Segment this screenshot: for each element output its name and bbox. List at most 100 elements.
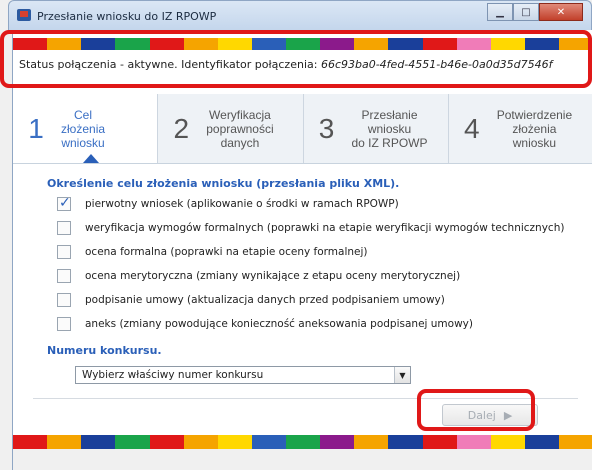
stripe-segment bbox=[217, 38, 252, 50]
stripe-segment bbox=[81, 38, 116, 50]
stripe-segment bbox=[286, 435, 321, 449]
divider bbox=[33, 398, 578, 399]
stripe-segment bbox=[422, 38, 457, 50]
checkbox[interactable] bbox=[57, 293, 71, 307]
select-value: Wybierz właściwy numer konkursu bbox=[82, 369, 264, 381]
purpose-options: pierwotny wniosek (aplikowanie o środki … bbox=[57, 192, 587, 336]
next-button-label: Dalej bbox=[467, 408, 496, 422]
step-label-line: wniosku bbox=[367, 121, 412, 136]
color-stripe-top bbox=[13, 38, 592, 50]
stripe-segment bbox=[47, 435, 82, 449]
stripe-segment bbox=[286, 38, 321, 50]
stripe-segment bbox=[388, 38, 423, 50]
step-number: 2 bbox=[173, 112, 190, 144]
stripe-segment bbox=[251, 38, 286, 50]
minimize-icon: ▁ bbox=[496, 6, 504, 18]
step-label-line: danych bbox=[220, 135, 260, 150]
step-number: 1 bbox=[28, 112, 44, 144]
minimize-button[interactable]: ▁ bbox=[487, 3, 513, 21]
close-button[interactable]: ✕ bbox=[539, 3, 583, 21]
purpose-section-title: Określenie celu złożenia wniosku (przesł… bbox=[47, 177, 400, 190]
window-controls: ▁ □ ✕ bbox=[487, 3, 583, 21]
option-label: ocena formalna (poprawki na etapie oceny… bbox=[85, 246, 368, 258]
option-annex[interactable]: aneks (zmiany powodujące konieczność ane… bbox=[57, 312, 587, 336]
next-button[interactable]: Dalej ▶ bbox=[442, 404, 538, 426]
option-label: ocena merytoryczna (zmiany wynikające z … bbox=[85, 270, 461, 282]
step-label: Weryfikacja poprawności danych bbox=[206, 108, 273, 150]
step-4[interactable]: 4 Potwierdzenie złożenia wniosku bbox=[448, 94, 592, 163]
step-3[interactable]: 3 Przesłanie wniosku do IZ RPOWP bbox=[303, 94, 449, 163]
stripe-segment bbox=[524, 435, 559, 449]
step-label: Potwierdzenie złożenia wniosku bbox=[497, 108, 572, 150]
step-label: Przesłanie wniosku do IZ RPOWP bbox=[352, 108, 428, 150]
step-label-line: Cel bbox=[74, 107, 93, 122]
option-merit-assessment[interactable]: ocena merytoryczna (zmiany wynikające z … bbox=[57, 264, 587, 288]
option-label: podpisanie umowy (aktualizacja danych pr… bbox=[85, 294, 445, 306]
option-label: pierwotny wniosek (aplikowanie o środki … bbox=[85, 198, 399, 210]
stripe-segment bbox=[81, 435, 116, 449]
stripe-segment bbox=[13, 38, 48, 50]
window-client-area: Status połączenia - aktywne. Identyfikat… bbox=[12, 30, 592, 470]
stripe-segment bbox=[456, 435, 491, 449]
step-label-line: złożenia bbox=[512, 121, 557, 136]
checkbox[interactable] bbox=[57, 269, 71, 283]
step-label-line: złożenia bbox=[61, 121, 106, 136]
stripe-segment bbox=[354, 435, 389, 449]
stripe-segment bbox=[47, 38, 82, 50]
window-titlebar: Przesłanie wniosku do IZ RPOWP ▁ □ ✕ bbox=[8, 0, 592, 30]
checkbox[interactable] bbox=[57, 221, 71, 235]
window-title: Przesłanie wniosku do IZ RPOWP bbox=[37, 10, 217, 23]
stripe-segment bbox=[217, 435, 252, 449]
maximize-button[interactable]: □ bbox=[513, 3, 539, 21]
option-contract-signing[interactable]: podpisanie umowy (aktualizacja danych pr… bbox=[57, 288, 587, 312]
step-1[interactable]: 1 Cel złożenia wniosku bbox=[13, 94, 159, 163]
stripe-segment bbox=[354, 38, 389, 50]
step-label-line: wniosku bbox=[512, 135, 557, 150]
play-arrow-icon: ▶ bbox=[503, 408, 513, 422]
stripe-segment bbox=[13, 435, 48, 449]
step-label-line: wniosku bbox=[61, 135, 105, 150]
contest-section-title: Numeru konkursu. bbox=[47, 344, 162, 357]
close-icon: ✕ bbox=[556, 6, 566, 18]
stripe-segment bbox=[183, 38, 218, 50]
contest-number-select[interactable]: Wybierz właściwy numer konkursu ▼ bbox=[75, 366, 411, 384]
checkbox[interactable] bbox=[57, 245, 71, 259]
option-formal-assessment[interactable]: ocena formalna (poprawki na etapie oceny… bbox=[57, 240, 587, 264]
stripe-segment bbox=[422, 435, 457, 449]
checkbox[interactable] bbox=[57, 195, 71, 211]
chevron-down-icon[interactable]: ▼ bbox=[394, 367, 410, 383]
app-icon bbox=[17, 9, 31, 21]
checkbox[interactable] bbox=[57, 317, 71, 331]
stripe-segment bbox=[559, 435, 592, 449]
step-number: 3 bbox=[318, 112, 335, 144]
stripe-segment bbox=[490, 38, 525, 50]
stripe-segment bbox=[559, 38, 592, 50]
connection-status: Status połączenia - aktywne. Identyfikat… bbox=[13, 50, 592, 80]
option-initial-application[interactable]: pierwotny wniosek (aplikowanie o środki … bbox=[57, 192, 587, 216]
stripe-segment bbox=[149, 435, 184, 449]
window-footer-area bbox=[13, 449, 592, 470]
option-label: aneks (zmiany powodujące konieczność ane… bbox=[85, 318, 473, 330]
stripe-segment bbox=[490, 435, 525, 449]
stripe-segment bbox=[320, 38, 355, 50]
option-label: weryfikacja wymogów formalnych (poprawki… bbox=[85, 222, 565, 234]
stripe-segment bbox=[149, 38, 184, 50]
color-stripe-bottom bbox=[13, 435, 592, 449]
stripe-segment bbox=[388, 435, 423, 449]
step-label-line: Weryfikacja bbox=[209, 107, 271, 122]
connection-id: 66c93ba0-4fed-4551-b46e-0a0d35d7546f bbox=[320, 58, 553, 71]
option-formal-requirements[interactable]: weryfikacja wymogów formalnych (poprawki… bbox=[57, 216, 587, 240]
stripe-segment bbox=[115, 38, 150, 50]
stripe-segment bbox=[115, 435, 150, 449]
step-label: Cel złożenia wniosku bbox=[61, 108, 105, 150]
step-label-line: Potwierdzenie bbox=[496, 107, 573, 122]
maximize-icon: □ bbox=[521, 6, 531, 18]
stripe-segment bbox=[183, 435, 218, 449]
stripe-segment bbox=[524, 38, 559, 50]
step-label-line: Przesłanie bbox=[361, 107, 418, 122]
step-2[interactable]: 2 Weryfikacja poprawności danych bbox=[158, 94, 304, 163]
wizard-steps: 1 Cel złożenia wniosku 2 Weryfikacja pop… bbox=[13, 94, 592, 164]
step-number: 4 bbox=[463, 112, 480, 144]
stripe-segment bbox=[251, 435, 286, 449]
step-label-line: poprawności bbox=[206, 121, 274, 136]
